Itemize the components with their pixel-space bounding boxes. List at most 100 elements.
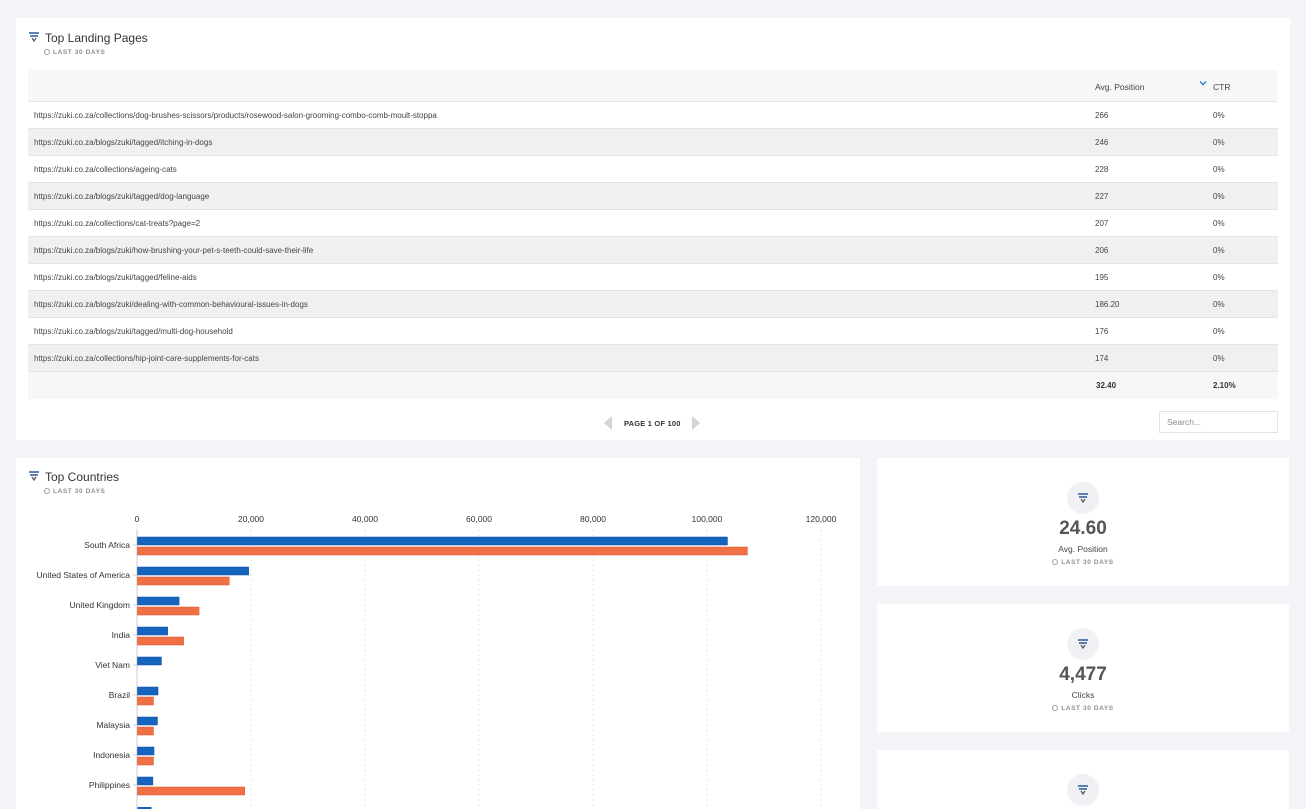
bar-series-2: [137, 726, 154, 736]
bar-series-1: [137, 686, 159, 696]
table-row[interactable]: https://zuki.co.za/blogs/zuki/dealing-wi…: [28, 291, 1278, 318]
table-row[interactable]: https://zuki.co.za/blogs/zuki/tagged/mul…: [28, 318, 1278, 345]
ctr-cell: 0%: [1213, 354, 1225, 363]
category-label: Philippines: [89, 780, 130, 790]
table-row[interactable]: https://zuki.co.za/collections/hip-joint…: [28, 345, 1278, 372]
table-totals-row: 32.40 2.10%: [28, 372, 1278, 399]
avg-position-cell: 227: [1095, 192, 1109, 201]
prev-page-icon[interactable]: [604, 416, 612, 430]
table-row[interactable]: https://zuki.co.za/collections/cat-treat…: [28, 210, 1278, 237]
ctr-cell: 0%: [1213, 138, 1225, 147]
pagination: PAGE 1 OF 100: [604, 416, 700, 430]
page-indicator: PAGE 1 OF 100: [624, 419, 681, 428]
drag-handle-icon[interactable]: [1067, 628, 1099, 660]
countries-card: Top Countries LAST 30 DAYS 0 20,000 40,000…: [16, 458, 860, 809]
table-row[interactable]: https://zuki.co.za/blogs/zuki/tagged/dog…: [28, 183, 1278, 210]
total-ctr: 2.10%: [1213, 381, 1236, 390]
page-url-cell[interactable]: https://zuki.co.za/blogs/zuki/dealing-wi…: [34, 300, 308, 309]
page-url-cell[interactable]: https://zuki.co.za/collections/cat-treat…: [34, 219, 200, 228]
table-header: Avg. Position CTR: [28, 70, 1278, 102]
table-body: https://zuki.co.za/collections/dog-brush…: [28, 102, 1278, 372]
table-row[interactable]: https://zuki.co.za/blogs/zuki/how-brushi…: [28, 237, 1278, 264]
page-url-cell[interactable]: https://zuki.co.za/collections/dog-brush…: [34, 111, 437, 120]
ctr-cell: 0%: [1213, 111, 1225, 120]
metric-label: Avg. Position: [1058, 544, 1108, 554]
landing-pages-card: Top Landing Pages LAST 30 DAYS Avg. Posi…: [16, 18, 1290, 440]
metric-period: LAST 30 DAYS: [877, 705, 1289, 712]
x-tick-label: 20,000: [238, 514, 264, 524]
page-url-cell[interactable]: https://zuki.co.za/blogs/zuki/tagged/dog…: [34, 192, 209, 201]
page-url-cell[interactable]: https://zuki.co.za/blogs/zuki/how-brushi…: [34, 246, 313, 255]
x-tick-label: 80,000: [580, 514, 606, 524]
drag-handle-icon[interactable]: [28, 31, 40, 43]
bar-series-1: [137, 746, 155, 756]
avg-position-cell: 266: [1095, 111, 1109, 120]
globe-icon: [44, 49, 50, 55]
page-url-cell[interactable]: https://zuki.co.za/collections/hip-joint…: [34, 354, 259, 363]
x-tick-label: 60,000: [466, 514, 492, 524]
landing-pages-title: Top Landing Pages: [45, 31, 148, 45]
bar-series-1: [137, 626, 168, 636]
sort-desc-icon[interactable]: [1199, 79, 1207, 89]
metric-value: 4,477: [1059, 664, 1107, 685]
globe-icon: [1052, 705, 1059, 711]
bar-series-1: [137, 656, 162, 666]
x-tick-label: 0: [135, 514, 140, 524]
bar-series-1: [137, 566, 249, 576]
metric-card-clicks: 4,477 Clicks LAST 30 DAYS: [877, 604, 1289, 732]
bar-series-1: [137, 596, 180, 606]
globe-icon: [1052, 559, 1059, 565]
bar-series-1: [137, 716, 158, 726]
bar-series-2: [137, 756, 154, 766]
page-url-cell[interactable]: https://zuki.co.za/blogs/zuki/tagged/fel…: [34, 273, 197, 282]
x-tick-label: 40,000: [352, 514, 378, 524]
category-label: Indonesia: [93, 750, 130, 760]
ctr-cell: 0%: [1213, 327, 1225, 336]
bar-series-2: [137, 786, 245, 796]
avg-position-cell: 174: [1095, 354, 1109, 363]
table-row[interactable]: https://zuki.co.za/blogs/zuki/tagged/itc…: [28, 129, 1278, 156]
avg-position-cell: 176: [1095, 327, 1109, 336]
next-page-icon[interactable]: [692, 416, 700, 430]
avg-position-cell: 206: [1095, 246, 1109, 255]
ctr-cell: 0%: [1213, 165, 1225, 174]
ctr-cell: 0%: [1213, 300, 1225, 309]
avg-position-cell: 246: [1095, 138, 1109, 147]
category-label: India: [112, 630, 131, 640]
total-position: 32.40: [1096, 381, 1117, 390]
bar-series-2: [137, 576, 230, 586]
metric-period: LAST 30 DAYS: [877, 559, 1289, 566]
bar-series-2: [137, 696, 154, 706]
metric-label: Clicks: [1071, 690, 1095, 700]
metric-card-avg-position: 24.60 Avg. Position LAST 30 DAYS: [877, 458, 1289, 586]
column-header-position[interactable]: Avg. Position: [1095, 82, 1144, 92]
bar-series-1: [137, 536, 728, 546]
table-row[interactable]: https://zuki.co.za/collections/dog-brush…: [28, 102, 1278, 129]
table-row[interactable]: https://zuki.co.za/collections/ageing-ca…: [28, 156, 1278, 183]
drag-handle-icon[interactable]: [1067, 482, 1099, 514]
table-row[interactable]: https://zuki.co.za/blogs/zuki/tagged/fel…: [28, 264, 1278, 291]
ctr-cell: 0%: [1213, 219, 1225, 228]
landing-pages-table: Avg. Position CTR https://zuki.co.za/col…: [28, 70, 1278, 399]
page-url-cell[interactable]: https://zuki.co.za/blogs/zuki/tagged/itc…: [34, 138, 212, 147]
avg-position-cell: 186.20: [1095, 300, 1120, 309]
page-url-cell[interactable]: https://zuki.co.za/collections/ageing-ca…: [34, 165, 177, 174]
avg-position-cell: 195: [1095, 273, 1109, 282]
bar-series-1: [137, 776, 154, 786]
category-label: South Africa: [84, 540, 130, 550]
bar-series-2: [137, 606, 200, 616]
category-label: Viet Nam: [95, 660, 130, 670]
x-tick-label: 120,000: [806, 514, 837, 524]
drag-handle-icon[interactable]: [1067, 774, 1099, 806]
countries-bar-chart: 0 20,000 40,000 60,000 80,000 100,000 120,000 S…: [36, 514, 837, 809]
metric-value: 24.60: [1059, 518, 1107, 539]
bar-series-2: [137, 546, 748, 556]
landing-pages-period: LAST 30 DAYS: [44, 49, 105, 56]
ctr-cell: 0%: [1213, 192, 1225, 201]
table-search-input[interactable]: [1159, 411, 1278, 433]
bar-series-2: [137, 636, 184, 646]
column-header-ctr[interactable]: CTR: [1213, 82, 1230, 92]
page-url-cell[interactable]: https://zuki.co.za/blogs/zuki/tagged/mul…: [34, 327, 233, 336]
avg-position-cell: 228: [1095, 165, 1109, 174]
category-label: United Kingdom: [70, 600, 130, 610]
